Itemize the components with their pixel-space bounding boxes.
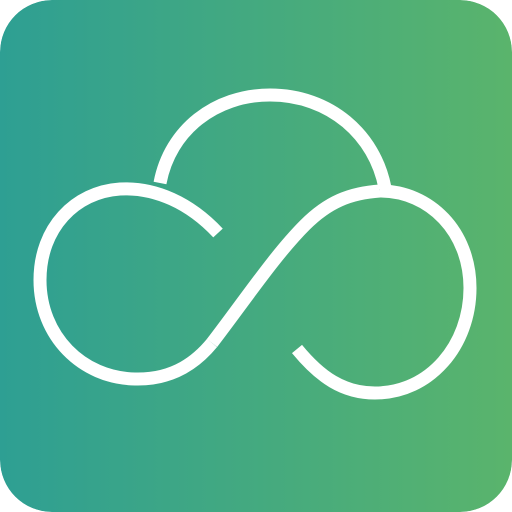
icon-background [0,0,512,512]
cloud-infinity-icon [0,0,512,512]
app-icon[interactable] [0,0,512,512]
